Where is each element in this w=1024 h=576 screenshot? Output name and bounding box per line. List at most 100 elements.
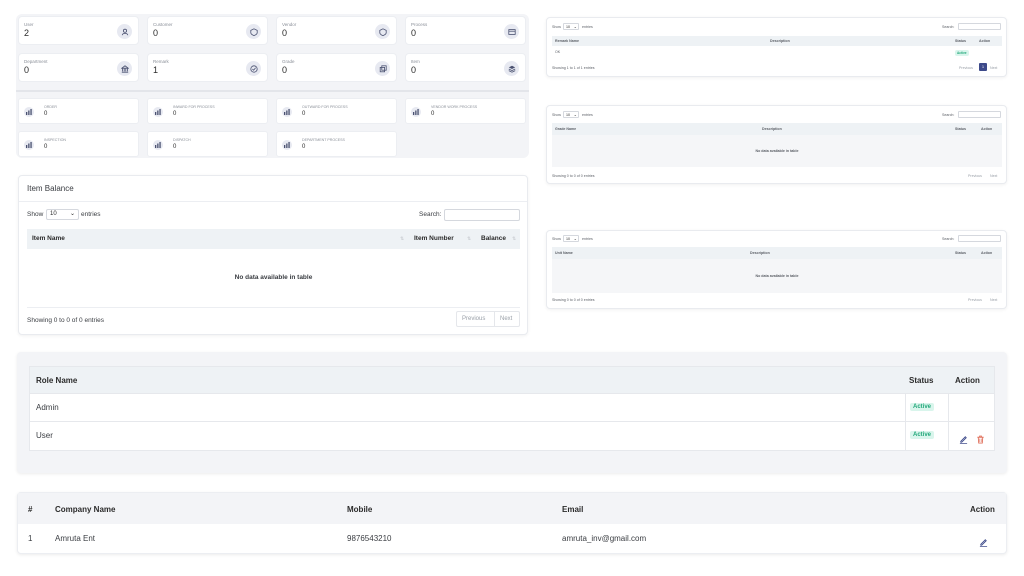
stat-value: 1: [153, 65, 159, 75]
table-header: Unit Name Description Status Action: [552, 247, 1002, 259]
search-input[interactable]: [958, 111, 1001, 118]
search-label: Search:: [942, 237, 955, 241]
column-header-status[interactable]: Status: [955, 39, 966, 43]
stat-value: 0: [24, 65, 30, 75]
column-header-role-name[interactable]: Role Name: [36, 376, 77, 385]
stat-label: Grade: [282, 59, 295, 64]
divider: [16, 90, 529, 92]
column-header-mobile[interactable]: Mobile: [347, 505, 372, 514]
column-header-balance[interactable]: Balance: [481, 235, 506, 242]
previous-button[interactable]: Previous: [462, 316, 485, 322]
column-header-remark-name[interactable]: Remark Name: [555, 39, 579, 43]
mini-stat-value: 0: [302, 111, 306, 117]
table-header: Item Name ⇅ Item Number ⇅ Balance ⇅: [27, 229, 520, 249]
edit-icon[interactable]: [979, 534, 988, 552]
column-header-action[interactable]: Action: [955, 376, 980, 385]
sort-icon[interactable]: ⇅: [400, 236, 404, 242]
stat-card-department[interactable]: Department 0: [18, 53, 139, 82]
company-email: amruta_inv@gmail.com: [562, 534, 647, 543]
department-icon: [117, 61, 132, 76]
stat-card-grade[interactable]: Grade 0: [276, 53, 397, 82]
stat-label: Vendor: [282, 22, 297, 27]
table-info: Showing 0 to 0 of 0 entries: [27, 317, 104, 324]
stat-card-customer[interactable]: Customer 0: [147, 16, 268, 45]
stat-label: Customer: [153, 22, 173, 27]
entries-select[interactable]: 10 ⌄: [563, 23, 579, 30]
previous-button[interactable]: Previous: [959, 66, 973, 70]
column-header-action[interactable]: Action: [981, 251, 992, 255]
mini-stat-inward[interactable]: INWARD FOR PROCESS 0: [147, 98, 268, 124]
mini-stat-value: 0: [44, 111, 48, 117]
column-header-email[interactable]: Email: [562, 505, 583, 514]
table-header: Grade Name Description Status Action: [552, 123, 1002, 135]
search-input[interactable]: [444, 209, 520, 221]
remark-table-card: Show 10 ⌄ entries Search: Remark Name De…: [546, 17, 1007, 77]
stat-card-user[interactable]: User 2: [18, 16, 139, 45]
edit-icon[interactable]: [959, 431, 968, 449]
divider: [19, 201, 527, 202]
stat-label: Process: [411, 22, 428, 27]
previous-button[interactable]: Previous: [968, 298, 982, 302]
sort-icon[interactable]: ⇅: [467, 236, 471, 242]
stat-card-process[interactable]: Process 0: [405, 16, 526, 45]
role-table: Role Name Status Action Admin Active Use…: [29, 366, 995, 451]
mini-stat-label: VENDOR WORK PROCESS: [431, 105, 478, 109]
column-header-action[interactable]: Action: [981, 127, 992, 131]
column-header-description[interactable]: Description: [770, 39, 790, 43]
card-title: Item Balance: [27, 184, 74, 193]
next-button[interactable]: Next: [990, 66, 997, 70]
column-header-status[interactable]: Status: [909, 376, 933, 385]
mini-stat-vendor-work[interactable]: VENDOR WORK PROCESS 0: [405, 98, 526, 124]
column-header-description[interactable]: Description: [762, 127, 782, 131]
company-mobile: 9876543210: [347, 534, 392, 543]
stat-card-item[interactable]: Item 0: [405, 53, 526, 82]
table-header: Role Name Status Action: [30, 367, 994, 394]
mini-stat-dispatch[interactable]: DISPATCH 0: [147, 131, 268, 157]
stat-label: Department: [24, 59, 48, 64]
mini-stat-value: 0: [173, 111, 177, 117]
mini-stat-label: INSPECTION: [44, 138, 66, 142]
process-icon: [504, 24, 519, 39]
next-button[interactable]: Next: [990, 174, 997, 178]
mini-stat-department-process[interactable]: DEPARTMENT PROCESS 0: [276, 131, 397, 157]
column-header-unit-name[interactable]: Unit Name: [555, 251, 573, 255]
column-header-description[interactable]: Description: [750, 251, 770, 255]
delete-icon[interactable]: [976, 431, 985, 449]
entries-select[interactable]: 10 ⌄: [563, 235, 579, 242]
column-header-status[interactable]: Status: [955, 251, 966, 255]
previous-button[interactable]: Previous: [968, 174, 982, 178]
stat-card-vendor[interactable]: Vendor 0: [276, 16, 397, 45]
mini-stat-label: DISPATCH: [173, 138, 191, 142]
search-input[interactable]: [958, 235, 1001, 242]
mini-stat-label: INWARD FOR PROCESS: [173, 105, 215, 109]
column-header-item-number[interactable]: Item Number: [414, 235, 454, 242]
stat-value: 0: [411, 65, 417, 75]
page-1-button[interactable]: 1: [979, 63, 987, 71]
next-button[interactable]: Next: [500, 316, 512, 322]
column-header-status[interactable]: Status: [955, 127, 966, 131]
show-label: Show: [552, 237, 561, 241]
search-input[interactable]: [958, 23, 1001, 30]
mini-stat-order[interactable]: ORDER 0: [18, 98, 139, 124]
column-header-item-name[interactable]: Item Name: [32, 235, 65, 242]
column-header-company-name[interactable]: Company Name: [55, 505, 115, 514]
next-button[interactable]: Next: [990, 298, 997, 302]
show-label: Show: [27, 211, 44, 218]
stat-label: Item: [411, 59, 420, 64]
search-label: Search:: [419, 211, 442, 218]
column-header-grade-name[interactable]: Grade Name: [555, 127, 576, 131]
stat-label: Remark: [153, 59, 169, 64]
sort-icon[interactable]: ⇅: [512, 236, 516, 242]
mini-stat-outward[interactable]: OUTWARD FOR PROCESS 0: [276, 98, 397, 124]
mini-stat-inspection[interactable]: INSPECTION 0: [18, 131, 139, 157]
entries-label: entries: [582, 25, 593, 29]
status-badge: Active: [910, 403, 935, 411]
row-remark-name: OK: [555, 50, 561, 54]
entries-select[interactable]: 10 ⌄: [563, 111, 579, 118]
company-table: # Company Name Mobile Email Action 1 Amr…: [17, 492, 1007, 554]
entries-select[interactable]: 10 ⌄: [46, 209, 79, 220]
stat-card-remark[interactable]: Remark 1: [147, 53, 268, 82]
bar-chart-icon: [282, 140, 292, 150]
column-header-action[interactable]: Action: [979, 39, 990, 43]
table-info: Showing 1 to 1 of 1 entries: [552, 66, 595, 70]
